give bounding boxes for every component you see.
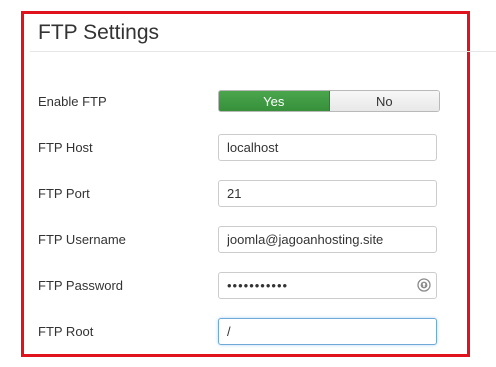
enable-ftp-yes-button[interactable]: Yes xyxy=(219,91,330,111)
password-reveal-icon[interactable] xyxy=(417,278,431,292)
section-title: FTP Settings xyxy=(38,21,159,44)
title-divider xyxy=(30,51,496,52)
enable-ftp-no-button[interactable]: No xyxy=(329,91,439,111)
ftp-username-input[interactable] xyxy=(218,226,437,253)
ftp-port-input[interactable] xyxy=(218,180,437,207)
enable-ftp-toggle: Yes No xyxy=(218,90,440,112)
enable-ftp-label: Enable FTP xyxy=(38,94,107,109)
ftp-root-input[interactable] xyxy=(218,318,437,345)
ftp-username-label: FTP Username xyxy=(38,232,126,247)
ftp-root-label: FTP Root xyxy=(38,324,94,339)
ftp-password-label: FTP Password xyxy=(38,278,124,293)
ftp-host-input[interactable] xyxy=(218,134,437,161)
ftp-port-label: FTP Port xyxy=(38,186,90,201)
ftp-password-input[interactable] xyxy=(218,272,437,299)
ftp-host-label: FTP Host xyxy=(38,140,93,155)
ftp-password-field xyxy=(218,272,437,299)
